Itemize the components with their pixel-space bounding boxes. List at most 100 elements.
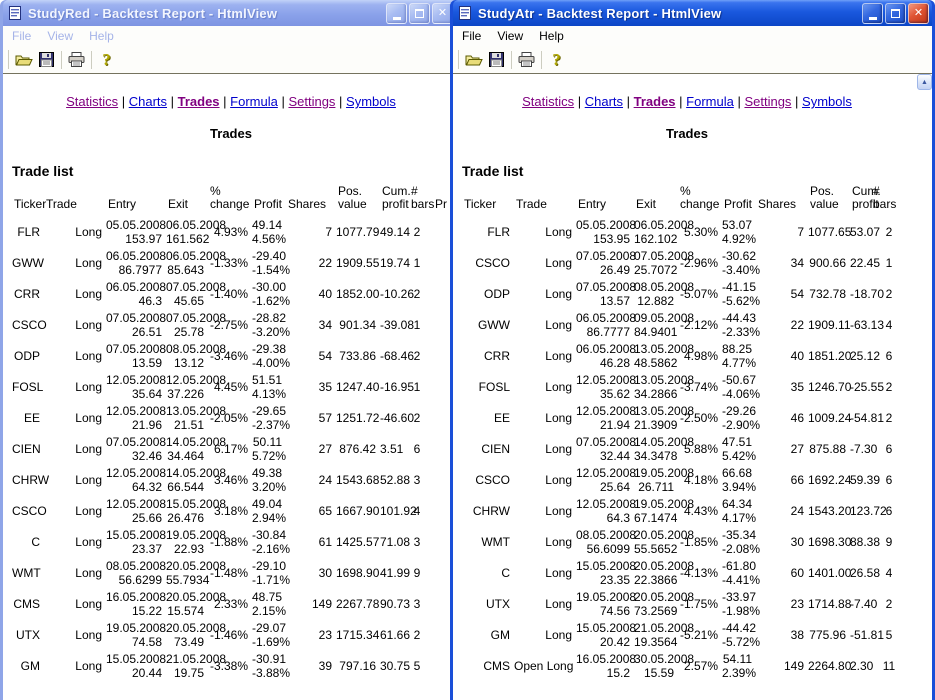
- window-controls: ✕: [862, 3, 929, 24]
- nav-item: Trades: [167, 94, 220, 109]
- nav-link[interactable]: Formula: [230, 94, 278, 109]
- help-button[interactable]: ?: [95, 49, 118, 71]
- help-icon: ?: [552, 51, 561, 68]
- cell-trade: Long: [44, 557, 106, 588]
- menu-item[interactable]: View: [39, 27, 81, 45]
- cell-exit: 20.05.200873.2569: [634, 588, 678, 619]
- save-button[interactable]: [35, 49, 58, 71]
- nav-link[interactable]: Symbols: [802, 94, 852, 109]
- nav-link[interactable]: Statistics: [66, 94, 118, 109]
- window-studyatr[interactable]: StudyAtr - Backtest Report - HtmlView ✕ …: [450, 0, 935, 700]
- nav-link[interactable]: Charts: [585, 94, 623, 109]
- table-row: CIEN Long 07.05.200832.44 14.05.200834.3…: [462, 433, 911, 464]
- close-button[interactable]: ✕: [908, 3, 929, 24]
- nav-link[interactable]: Statistics: [522, 94, 574, 109]
- title-bar[interactable]: StudyAtr - Backtest Report - HtmlView ✕: [453, 0, 932, 26]
- nav-link[interactable]: Settings: [288, 94, 335, 109]
- cell-ticker: FLR: [12, 216, 44, 247]
- cell-ticker: CIEN: [12, 433, 44, 464]
- cell-cum-profit: 88.38: [850, 526, 871, 557]
- document-icon: [457, 5, 473, 21]
- minimize-button[interactable]: [386, 3, 407, 24]
- cell-entry: 19.05.200874.56: [576, 588, 634, 619]
- cell-profit: -35.34-2.08%: [722, 526, 756, 557]
- maximize-button[interactable]: [885, 3, 906, 24]
- cell-entry: 12.05.200825.66: [106, 495, 166, 526]
- cell-profit: -28.82-3.20%: [252, 309, 286, 340]
- cell-shares: 24: [756, 495, 808, 526]
- cell-exit: 06.05.2008162.102: [634, 216, 678, 247]
- cell-trade: Long: [514, 371, 576, 402]
- cell-trade: Long: [514, 309, 576, 340]
- nav-item: Charts: [574, 94, 623, 109]
- cell-exit: 19.05.200867.1474: [634, 495, 678, 526]
- cell-shares: 149: [756, 650, 808, 681]
- cell-cum-profit: 30.75: [380, 650, 405, 681]
- close-icon: ✕: [438, 8, 447, 19]
- open-button[interactable]: [462, 49, 485, 71]
- menu-item[interactable]: File: [4, 27, 39, 45]
- section-title: Trade list: [12, 163, 454, 179]
- menu-item[interactable]: Help: [81, 27, 122, 45]
- cell-shares: 39: [286, 650, 336, 681]
- cell-entry: 15.05.200823.35: [576, 557, 634, 588]
- nav-link[interactable]: Trades: [178, 94, 220, 109]
- scroll-up-button[interactable]: ▲: [917, 74, 932, 90]
- save-button[interactable]: [485, 49, 508, 71]
- cell-exit: 14.05.200866.544: [166, 464, 208, 495]
- window-studyred[interactable]: StudyRed - Backtest Report - HtmlView ✕ …: [0, 0, 459, 700]
- cell-ticker: CSCO: [462, 247, 514, 278]
- table-row: ODP Long 07.05.200813.59 08.05.200813.12…: [12, 340, 456, 371]
- cell-profit: 64.344.17%: [722, 495, 756, 526]
- column-header: Exit: [634, 185, 678, 216]
- cell-entry: 12.05.200835.62: [576, 371, 634, 402]
- vertical-scrollbar[interactable]: ▲: [917, 74, 932, 700]
- cell-shares: 149: [286, 588, 336, 619]
- cell-pos-value: 1909.55: [336, 247, 380, 278]
- table-row: CRR Long 06.05.200846.28 13.05.200848.58…: [462, 340, 911, 371]
- nav-link[interactable]: Charts: [129, 94, 167, 109]
- cell-profit: -29.40-1.54%: [252, 247, 286, 278]
- cell-trade: Long: [44, 526, 106, 557]
- maximize-button[interactable]: [409, 3, 430, 24]
- cell-profit: -50.67-4.06%: [722, 371, 756, 402]
- nav-link[interactable]: Settings: [744, 94, 791, 109]
- close-icon: ✕: [914, 8, 923, 19]
- cell-ticker: CRR: [12, 278, 44, 309]
- nav-link[interactable]: Formula: [686, 94, 734, 109]
- toolbar-gripper[interactable]: [6, 50, 9, 69]
- nav-link[interactable]: Trades: [634, 94, 676, 109]
- menu-item[interactable]: Help: [531, 27, 572, 45]
- title-bar[interactable]: StudyRed - Backtest Report - HtmlView ✕: [3, 0, 456, 26]
- cell-trade: Long: [44, 402, 106, 433]
- menu-item[interactable]: File: [454, 27, 489, 45]
- cell-pos-value: 876.42: [336, 433, 380, 464]
- cell-cum-profit: 53.07: [850, 216, 871, 247]
- print-button[interactable]: [65, 49, 88, 71]
- cell-ticker: ODP: [462, 278, 514, 309]
- minimize-button[interactable]: [862, 3, 883, 24]
- cell-profit: -29.07-1.69%: [252, 619, 286, 650]
- toolbar-gripper[interactable]: [456, 50, 459, 69]
- cell-ticker: FOSL: [12, 371, 44, 402]
- cell-cum-profit: 49.14: [380, 216, 405, 247]
- cell-shares: 7: [286, 216, 336, 247]
- print-button[interactable]: [515, 49, 538, 71]
- table-row: CSCO Long 12.05.200825.66 15.05.200826.4…: [12, 495, 456, 526]
- toolbar: ?: [453, 46, 932, 73]
- help-button[interactable]: ?: [545, 49, 568, 71]
- open-button[interactable]: [12, 49, 35, 71]
- cell-profit: -30.62-3.40%: [722, 247, 756, 278]
- save-icon: [489, 52, 504, 67]
- column-header: Trade: [514, 185, 576, 216]
- cell-entry: 15.05.200823.37: [106, 526, 166, 557]
- nav-link[interactable]: Symbols: [346, 94, 396, 109]
- cell-shares: 54: [286, 340, 336, 371]
- cell-entry: 07.05.200832.44: [576, 433, 634, 464]
- cell-profit: 54.112.39%: [722, 650, 756, 681]
- menu-item[interactable]: View: [489, 27, 531, 45]
- menu-bar: FileViewHelp: [3, 26, 456, 46]
- minimize-icon: [393, 17, 401, 20]
- cell-ticker: CHRW: [12, 464, 44, 495]
- cell-exit: 15.05.200826.476: [166, 495, 208, 526]
